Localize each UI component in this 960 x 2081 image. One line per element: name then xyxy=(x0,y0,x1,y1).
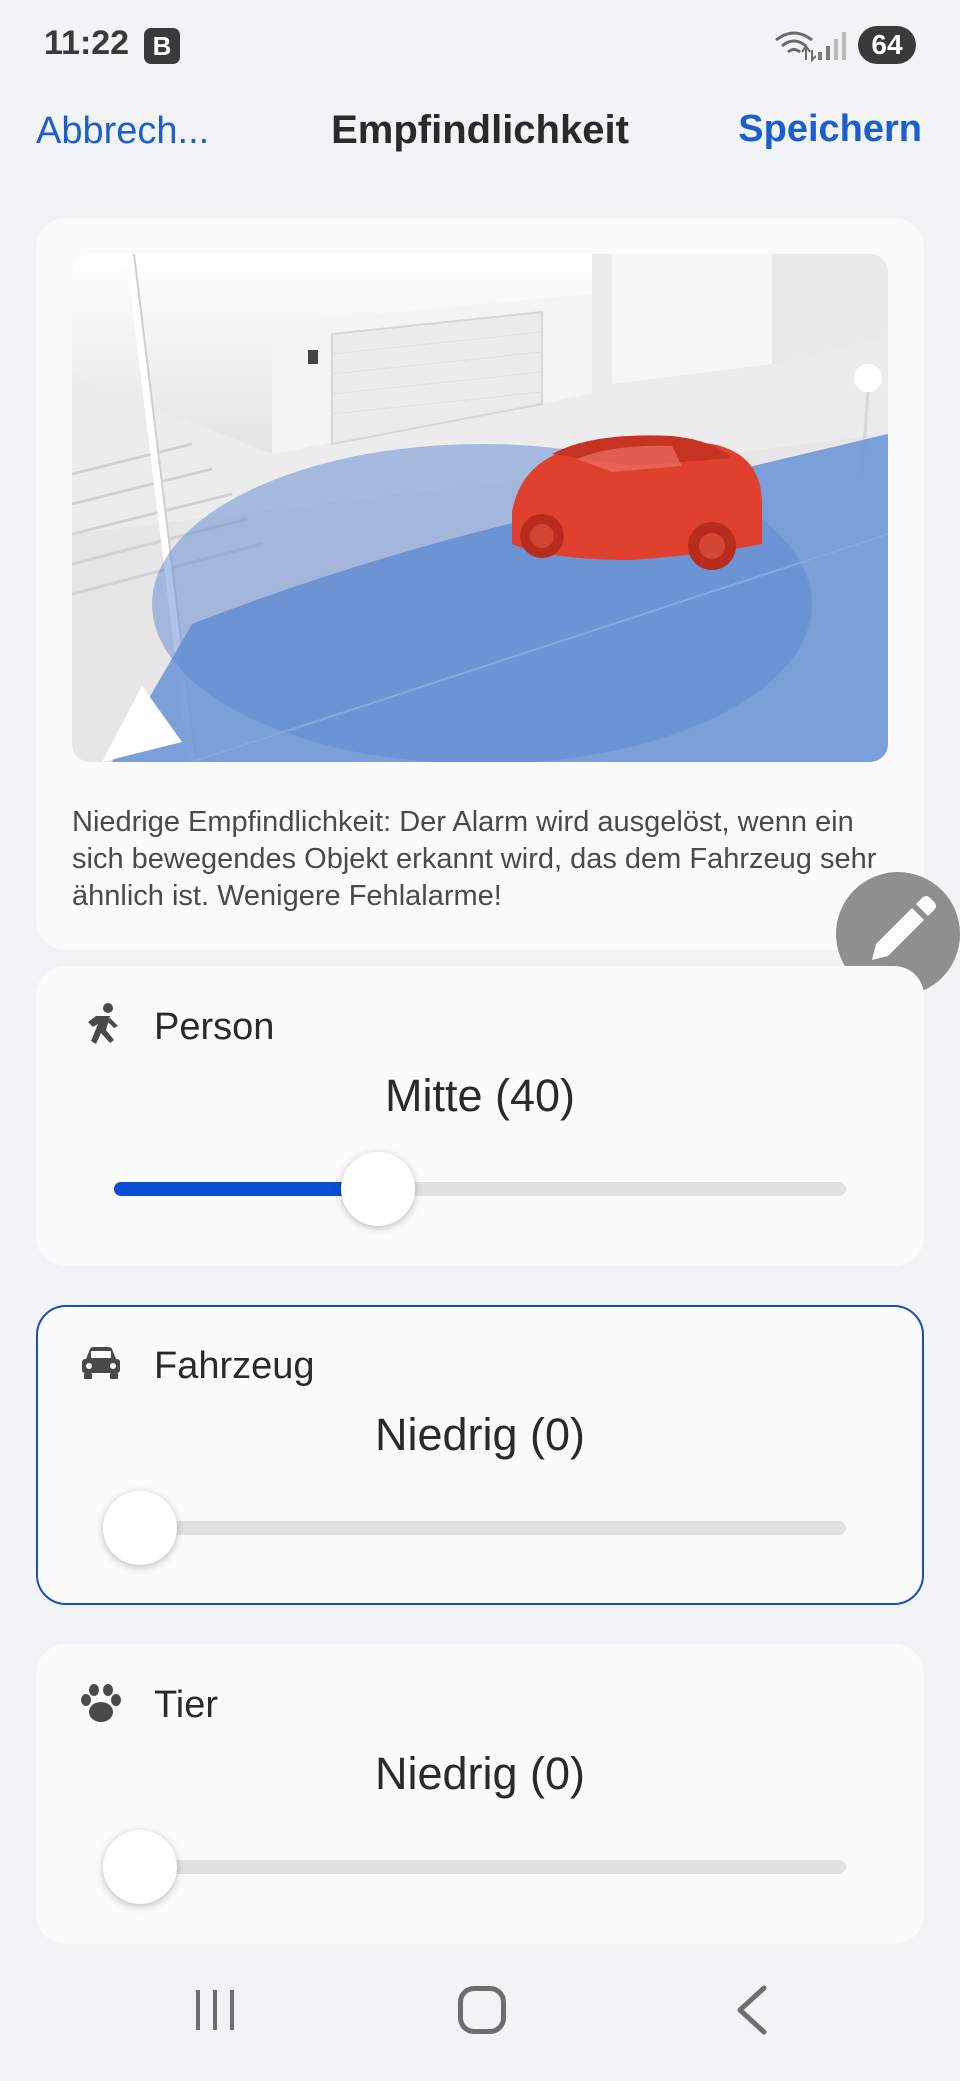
category-card-vehicle[interactable]: Fahrzeug Niedrig (0) xyxy=(36,1305,924,1605)
sensitivity-slider[interactable] xyxy=(102,1830,846,1904)
category-label: Person xyxy=(154,1006,275,1048)
signal-icon xyxy=(818,32,846,60)
slider-thumb[interactable] xyxy=(102,1491,177,1565)
slider-thumb[interactable] xyxy=(102,1830,177,1904)
recent-apps-button[interactable] xyxy=(190,1986,240,2034)
paw-icon xyxy=(81,1684,121,1722)
back-button[interactable] xyxy=(730,1984,774,2036)
notification-badge: B xyxy=(144,28,180,64)
save-button[interactable]: Speichern xyxy=(738,108,922,151)
sensitivity-preview-card: Niedrige Empfindlichkeit: Der Alarm wird… xyxy=(36,218,924,950)
category-card-person[interactable]: Person Mitte (40) xyxy=(36,966,924,1266)
system-navigation-bar xyxy=(0,1944,960,2081)
sensitivity-description: Niedrige Empfindlichkeit: Der Alarm wird… xyxy=(72,806,877,912)
running-person-icon xyxy=(88,1003,118,1044)
home-button[interactable] xyxy=(458,1986,506,2034)
sensitivity-value: Mitte (40) xyxy=(384,1070,576,1121)
car-icon xyxy=(82,1347,120,1379)
sensitivity-value: Niedrig (0) xyxy=(374,1748,586,1799)
slider-thumb[interactable] xyxy=(340,1152,415,1226)
slider-fill xyxy=(114,1182,378,1196)
status-bar: 11:22 B 64 xyxy=(0,0,960,92)
battery-indicator: 64 xyxy=(858,26,916,64)
sensitivity-slider[interactable] xyxy=(114,1152,846,1226)
status-time: 11:22 xyxy=(44,24,130,62)
sensitivity-illustration xyxy=(72,254,888,762)
header: Abbrech... Empfindlichkeit Speichern xyxy=(0,92,960,172)
category-label: Fahrzeug xyxy=(154,1345,315,1387)
sensitivity-value: Niedrig (0) xyxy=(374,1409,586,1460)
category-label: Tier xyxy=(154,1684,219,1726)
wifi-icon xyxy=(775,31,816,62)
category-card-animal[interactable]: Tier Niedrig (0) xyxy=(36,1644,924,1944)
sensitivity-slider[interactable] xyxy=(102,1491,846,1565)
